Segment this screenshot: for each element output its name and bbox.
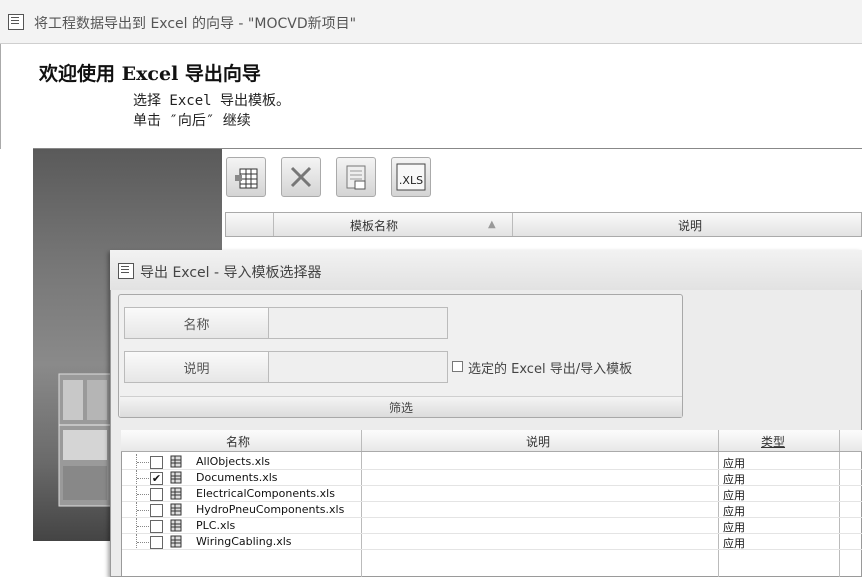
sort-asc-icon: ▲ <box>488 219 496 230</box>
xls-file-icon: .XLS <box>396 163 426 191</box>
excel-file-icon <box>170 535 182 548</box>
grid-header: 名称 说明 类型 <box>121 430 862 452</box>
name-label: 名称 <box>124 307 269 339</box>
grid-column-type[interactable]: 类型 <box>761 433 785 450</box>
welcome-instruction-2: 单击 ″向后″ 继续 <box>133 113 251 129</box>
window-titlebar: 将工程数据导出到 Excel 的向导 - "MOCVD新项目" <box>0 0 862 44</box>
filter-button[interactable]: 筛选 <box>120 396 682 417</box>
row-file-name: ElectricalComponents.xls <box>196 487 335 500</box>
row-file-name: HydroPneuComponents.xls <box>196 503 345 516</box>
delete-button[interactable] <box>281 157 321 197</box>
template-row[interactable]: AllObjects.xls 应用 <box>122 454 862 470</box>
dialog-titlebar: 导出 Excel - 导入模板选择器 <box>110 250 862 290</box>
edit-template-button[interactable] <box>336 157 376 197</box>
tree-connector <box>136 518 151 534</box>
row-checkbox[interactable] <box>150 456 163 469</box>
row-checkbox[interactable] <box>150 488 163 501</box>
excel-file-icon <box>170 503 182 516</box>
row-file-name: PLC.xls <box>196 519 236 532</box>
row-divider <box>122 549 862 550</box>
window-title: 将工程数据导出到 Excel 的向导 - "MOCVD新项目" <box>34 16 357 32</box>
new-template-button[interactable] <box>226 157 266 197</box>
grid-column-name[interactable]: 名称 <box>226 433 250 450</box>
template-row[interactable]: ✔ Documents.xls 应用 <box>122 470 862 486</box>
template-row[interactable]: WiringCabling.xls 应用 <box>122 534 862 550</box>
row-checkbox[interactable]: ✔ <box>150 472 163 485</box>
grid-column-description[interactable]: 说明 <box>526 433 550 450</box>
new-table-icon <box>235 168 258 189</box>
tree-connector <box>136 454 151 470</box>
tree-connector <box>136 502 151 518</box>
template-list-header: 模板名称 ▲ 说明 <box>225 212 862 237</box>
selected-templates-label: 选定的 Excel 导出/导入模板 <box>468 362 633 377</box>
template-row[interactable]: PLC.xls 应用 <box>122 518 862 534</box>
welcome-instruction-1: 选择 Excel 导出模板。 <box>133 93 291 109</box>
svg-text:.XLS: .XLS <box>399 174 423 187</box>
description-filter-input[interactable] <box>268 351 448 383</box>
tree-connector <box>136 486 151 502</box>
excel-file-icon <box>170 519 182 532</box>
column-template-name[interactable]: 模板名称 <box>350 217 398 234</box>
tree-connector <box>136 534 151 550</box>
excel-file-icon <box>170 487 182 500</box>
excel-file-icon <box>170 471 182 484</box>
tree-connector <box>136 470 151 486</box>
row-file-name: WiringCabling.xls <box>196 535 292 548</box>
template-row[interactable]: HydroPneuComponents.xls 应用 <box>122 502 862 518</box>
xls-import-button[interactable]: .XLS <box>391 157 431 197</box>
row-file-name: AllObjects.xls <box>196 455 270 468</box>
template-row[interactable]: ElectricalComponents.xls 应用 <box>122 486 862 502</box>
dialog-app-icon <box>118 263 134 279</box>
column-description[interactable]: 说明 <box>678 217 702 234</box>
row-checkbox[interactable] <box>150 504 163 517</box>
edit-document-icon <box>346 165 366 190</box>
equipment-image <box>58 373 112 507</box>
welcome-heading: 欢迎使用 Excel 导出向导 <box>39 63 261 85</box>
row-checkbox[interactable] <box>150 536 163 549</box>
dialog-title: 导出 Excel - 导入模板选择器 <box>140 265 322 281</box>
selected-templates-checkbox[interactable] <box>452 361 463 372</box>
app-icon <box>8 14 24 30</box>
row-file-name: Documents.xls <box>196 471 278 484</box>
welcome-panel: 欢迎使用 Excel 导出向导 选择 Excel 导出模板。 单击 ″向后″ 继… <box>0 44 862 149</box>
name-filter-input[interactable] <box>268 307 448 339</box>
description-label: 说明 <box>124 351 269 383</box>
row-checkbox[interactable] <box>150 520 163 533</box>
delete-x-icon <box>290 166 312 188</box>
excel-file-icon <box>170 455 182 468</box>
